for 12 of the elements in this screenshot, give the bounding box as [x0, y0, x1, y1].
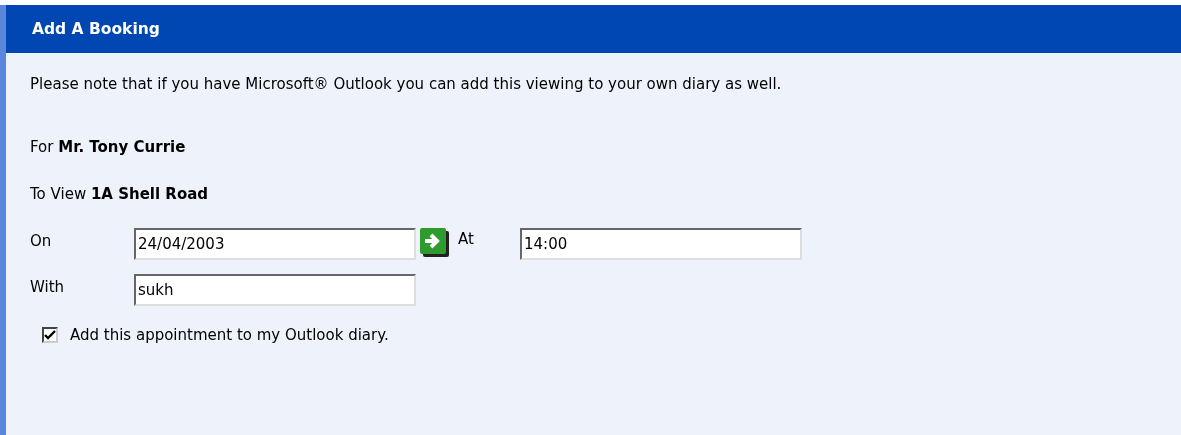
date-field[interactable]: 24/04/2003	[134, 227, 416, 260]
outlook-checkbox[interactable]	[42, 326, 58, 343]
time-label: At	[458, 228, 475, 250]
time-field[interactable]: 14:00	[520, 227, 802, 260]
note-text: Please note that if you have Microsoft® Outlook you can add this viewing to your own diary as well.	[30, 74, 783, 95]
panel-title: Add A Booking	[6, 5, 1181, 53]
detail-text: For Mr. Tony Currie	[30, 136, 187, 158]
with-label: With	[30, 276, 66, 298]
checkbox-label: Add this appointment to my Outlook diary.	[70, 324, 389, 346]
detail-text: To View 1A Shell Road	[30, 184, 210, 205]
with-field[interactable]: sukh	[134, 273, 416, 306]
date-label: On	[30, 230, 53, 252]
